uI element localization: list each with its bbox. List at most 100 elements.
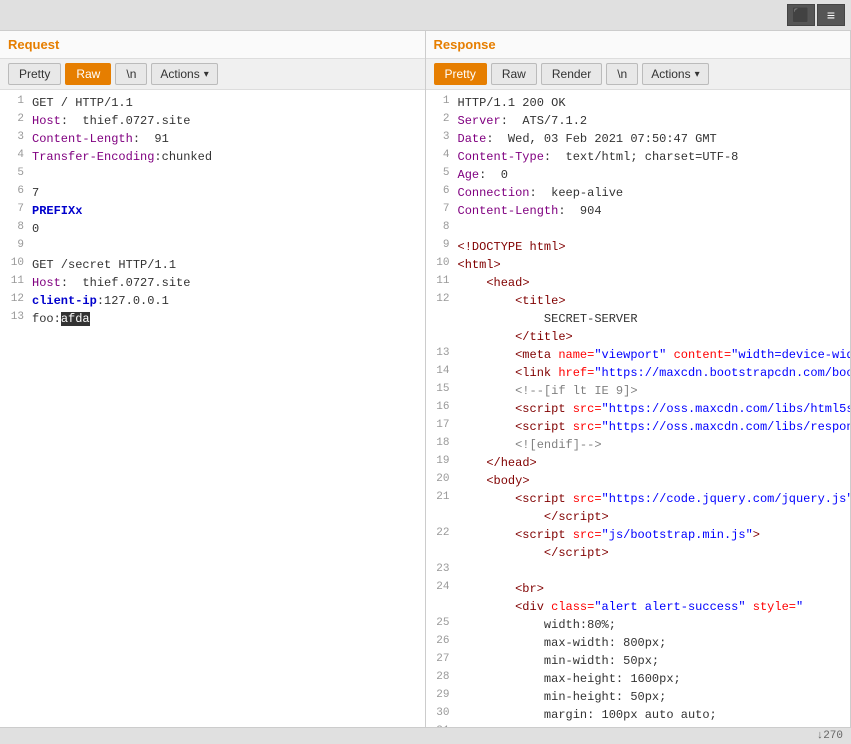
line-number <box>426 508 458 509</box>
table-row: 13 <meta name="viewport" content="width=… <box>426 346 851 364</box>
table-row: 10 <html> <box>426 256 851 274</box>
table-row: 11 Host: thief.0727.site <box>0 274 425 292</box>
line-content: Connection: keep-alive <box>458 184 851 202</box>
line-content: Date: Wed, 03 Feb 2021 07:50:47 GMT <box>458 130 851 148</box>
response-tab-raw[interactable]: Raw <box>491 63 537 85</box>
table-row: 29 min-height: 50px; <box>426 688 851 706</box>
request-tab-raw[interactable]: Raw <box>65 63 111 85</box>
response-panel-header: Response <box>426 31 851 59</box>
request-code-area[interactable]: 1 GET / HTTP/1.1 2 Host: thief.0727.site… <box>0 90 425 727</box>
line-content: max-width: 800px; <box>458 634 851 652</box>
table-row: 3 Date: Wed, 03 Feb 2021 07:50:47 GMT <box>426 130 851 148</box>
line-content: PREFIXx <box>32 202 425 220</box>
table-row: 15 <!--[if lt IE 9]> <box>426 382 851 400</box>
response-tab-newline[interactable]: \n <box>606 63 638 85</box>
line-content: </title> <box>458 328 851 346</box>
line-content: GET /secret HTTP/1.1 <box>32 256 425 274</box>
line-number: 8 <box>0 220 32 233</box>
table-row: 30 margin: 100px auto auto; <box>426 706 851 724</box>
line-content: min-width: 50px; <box>458 652 851 670</box>
response-actions-button[interactable]: Actions ▾ <box>642 63 708 85</box>
line-content: <!--[if lt IE 9]> <box>458 382 851 400</box>
line-content: <![endif]--> <box>458 436 851 454</box>
table-row: 7 PREFIXx <box>0 202 425 220</box>
request-tab-newline[interactable]: \n <box>115 63 147 85</box>
line-number: 28 <box>426 670 458 683</box>
table-row: 6 7 <box>0 184 425 202</box>
split-view-button[interactable]: ⬛ <box>787 4 815 26</box>
line-content: GET / HTTP/1.1 <box>32 94 425 112</box>
line-number: 16 <box>426 400 458 413</box>
line-content: <br> <box>458 580 851 598</box>
table-row: 12 <title> <box>426 292 851 310</box>
line-number: 10 <box>426 256 458 269</box>
line-number: 10 <box>0 256 32 269</box>
line-number: 12 <box>0 292 32 305</box>
line-number <box>426 328 458 329</box>
table-row: 26 max-width: 800px; <box>426 634 851 652</box>
line-content: margin: 100px auto auto; <box>458 706 851 724</box>
line-number: 15 <box>426 382 458 395</box>
line-number: 13 <box>0 310 32 323</box>
line-number: 24 <box>426 580 458 593</box>
response-tab-render[interactable]: Render <box>541 63 602 85</box>
table-row: 14 <link href="https://maxcdn.bootstrapc… <box>426 364 851 382</box>
line-number: 18 <box>426 436 458 449</box>
line-number: 7 <box>0 202 32 215</box>
line-number: 9 <box>0 238 32 251</box>
line-number: 3 <box>426 130 458 143</box>
line-content: Content-Length: 904 <box>458 202 851 220</box>
table-row: </script> <box>426 508 851 526</box>
line-number: 5 <box>0 166 32 179</box>
line-content: Transfer-Encoding:chunked <box>32 148 425 166</box>
line-content: max-height: 1600px; <box>458 670 851 688</box>
line-number: 8 <box>426 220 458 233</box>
request-actions-chevron-icon: ▾ <box>204 69 209 80</box>
menu-button[interactable]: ≡ <box>817 4 845 26</box>
response-tab-pretty[interactable]: Pretty <box>434 63 487 85</box>
table-row: </title> <box>426 328 851 346</box>
request-panel-header: Request <box>0 31 425 59</box>
line-content: </script> <box>458 508 851 526</box>
line-number: 9 <box>426 238 458 251</box>
line-number <box>426 310 458 311</box>
line-number: 2 <box>426 112 458 125</box>
table-row: 11 <head> <box>426 274 851 292</box>
response-code-area[interactable]: 1 HTTP/1.1 200 OK 2 Server: ATS/7.1.2 3 … <box>426 90 851 727</box>
response-panel: Response Pretty Raw Render \n Actions ▾ … <box>426 31 851 727</box>
table-row: 1 GET / HTTP/1.1 <box>0 94 425 112</box>
line-number: 4 <box>0 148 32 161</box>
response-actions-chevron-icon: ▾ <box>695 69 700 80</box>
line-content: <script src="https://code.jquery.com/jqu… <box>458 490 851 508</box>
line-number <box>426 598 458 599</box>
table-row: 28 max-height: 1600px; <box>426 670 851 688</box>
request-tab-pretty[interactable]: Pretty <box>8 63 61 85</box>
table-row: 18 <![endif]--> <box>426 436 851 454</box>
table-row: 2 Host: thief.0727.site <box>0 112 425 130</box>
table-row: 9 <!DOCTYPE html> <box>426 238 851 256</box>
line-content: HTTP/1.1 200 OK <box>458 94 851 112</box>
line-number: 22 <box>426 526 458 539</box>
line-content: 0 <box>32 220 425 238</box>
table-row: 2 Server: ATS/7.1.2 <box>426 112 851 130</box>
line-number: 13 <box>426 346 458 359</box>
table-row: 25 width:80%; <box>426 616 851 634</box>
line-content: <title> <box>458 292 851 310</box>
table-row: <div class="alert alert-success" style=" <box>426 598 851 616</box>
line-content: <!DOCTYPE html> <box>458 238 851 256</box>
request-actions-button[interactable]: Actions ▾ <box>151 63 217 85</box>
table-row: 13 foo:afda <box>0 310 425 328</box>
line-content: <link href="https://maxcdn.bootstrapcdn.… <box>458 364 851 382</box>
request-toolbar: Pretty Raw \n Actions ▾ <box>0 59 425 90</box>
table-row: 17 <script src="https://oss.maxcdn.com/l… <box>426 418 851 436</box>
table-row: 16 <script src="https://oss.maxcdn.com/l… <box>426 400 851 418</box>
table-row: 24 <br> <box>426 580 851 598</box>
line-number: 4 <box>426 148 458 161</box>
line-number: 12 <box>426 292 458 305</box>
response-toolbar: Pretty Raw Render \n Actions ▾ <box>426 59 851 90</box>
line-number: 6 <box>0 184 32 197</box>
line-content: 7 <box>32 184 425 202</box>
line-number: 5 <box>426 166 458 179</box>
line-number: 7 <box>426 202 458 215</box>
table-row: 9 <box>0 238 425 256</box>
